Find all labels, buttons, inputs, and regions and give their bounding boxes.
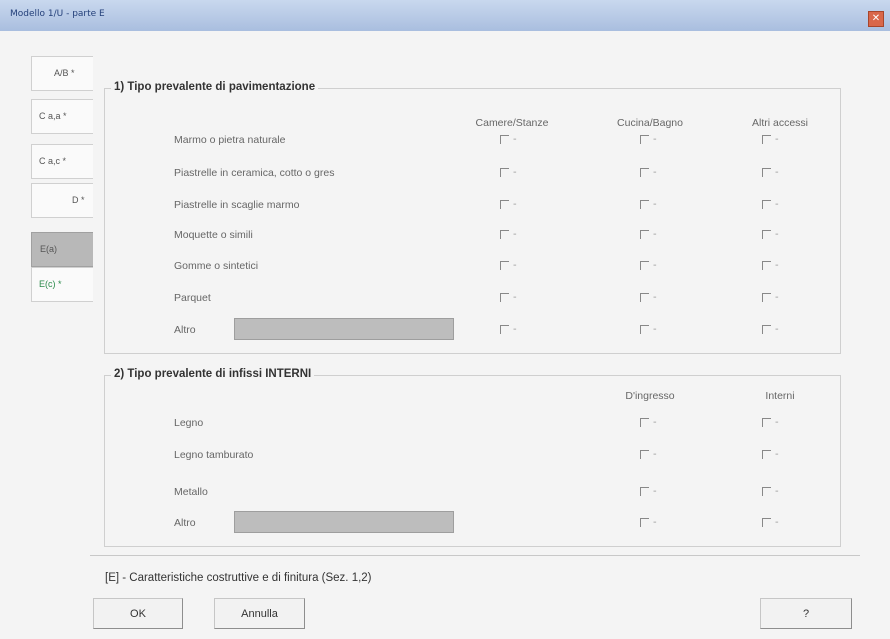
tab-label: A/B *	[54, 68, 75, 78]
row-label-moquette: Moquette o simili	[174, 229, 253, 241]
checkbox-square	[762, 486, 771, 496]
checkbox-altro-cucina[interactable]: -	[640, 324, 657, 335]
checkbox-square	[500, 167, 509, 177]
checkbox-gomme-altri[interactable]: -	[762, 260, 779, 271]
checkbox-square	[762, 134, 771, 144]
ok-button[interactable]: OK	[93, 598, 183, 629]
checkbox-square	[500, 260, 509, 270]
checkbox-piastrelle-ceramica-altri[interactable]: -	[762, 167, 779, 178]
checkbox-moquette-cucina[interactable]: -	[640, 229, 657, 240]
flooring-group-title: 1) Tipo prevalente di pavimentazione	[111, 81, 319, 93]
col-header-interni: Interni	[765, 390, 795, 402]
row-label-piastrelle-ceramica: Piastrelle in ceramica, cotto o gres	[174, 167, 335, 179]
altro-flooring-input[interactable]	[234, 318, 454, 340]
close-button[interactable]: ✕	[868, 11, 884, 27]
checkbox-marmo-cucina[interactable]: -	[640, 134, 657, 145]
checkbox-square	[762, 167, 771, 177]
tab-label: C a,a *	[39, 111, 67, 121]
checkbox-square	[762, 324, 771, 334]
col-header-cucina: Cucina/Bagno	[617, 117, 683, 129]
checkbox-square	[500, 292, 509, 302]
tab-ab[interactable]: A/B *	[31, 56, 93, 91]
tab-ea[interactable]: E(a)	[31, 232, 93, 267]
checkbox-metallo-interni[interactable]: -	[762, 486, 779, 497]
checkbox-altro-interni[interactable]: -	[762, 517, 779, 528]
checkbox-square	[762, 449, 771, 459]
checkbox-square	[640, 229, 649, 239]
checkbox-parquet-altri[interactable]: -	[762, 292, 779, 303]
help-button[interactable]: ?	[760, 598, 852, 629]
checkbox-square	[640, 260, 649, 270]
tab-ec[interactable]: E(c) *	[31, 267, 93, 302]
doors-group-title: 2) Tipo prevalente di infissi INTERNI	[111, 368, 315, 380]
row-label-altro: Altro	[174, 517, 196, 529]
cancel-button[interactable]: Annulla	[214, 598, 305, 629]
checkbox-altro-camere[interactable]: -	[500, 324, 517, 335]
checkbox-piastrelle-scaglie-cucina[interactable]: -	[640, 199, 657, 210]
checkbox-square	[640, 199, 649, 209]
checkbox-square	[500, 199, 509, 209]
checkbox-piastrelle-ceramica-cucina[interactable]: -	[640, 167, 657, 178]
window-title: Modello 1/U - parte E	[10, 9, 105, 19]
checkbox-square	[640, 486, 649, 496]
title-bar: Modello 1/U - parte E ✕	[0, 0, 890, 31]
checkbox-square	[762, 517, 771, 527]
checkbox-square	[500, 134, 509, 144]
checkbox-legno-tamburato-interni[interactable]: -	[762, 449, 779, 460]
checkbox-square	[500, 324, 509, 334]
checkbox-altro-ingresso[interactable]: -	[640, 517, 657, 528]
tab-caa[interactable]: C a,a *	[31, 99, 93, 134]
tab-label: E(a)	[40, 244, 58, 254]
checkbox-marmo-camere[interactable]: -	[500, 134, 517, 145]
section-caption: [E] - Caratteristiche costruttive e di f…	[105, 572, 372, 584]
checkbox-parquet-cucina[interactable]: -	[640, 292, 657, 303]
tab-label: E(c) *	[39, 279, 62, 289]
footer-divider	[90, 555, 860, 556]
row-label-piastrelle-scaglie: Piastrelle in scaglie marmo	[174, 199, 300, 211]
checkbox-square	[640, 292, 649, 302]
checkbox-square	[500, 229, 509, 239]
checkbox-square	[640, 449, 649, 459]
row-label-legno: Legno	[174, 417, 204, 429]
tab-label: C a,c *	[39, 156, 67, 166]
row-label-legno-tamburato: Legno tamburato	[174, 449, 254, 461]
row-label-marmo: Marmo o pietra naturale	[174, 134, 286, 146]
checkbox-legno-tamburato-ingresso[interactable]: -	[640, 449, 657, 460]
checkbox-piastrelle-scaglie-altri[interactable]: -	[762, 199, 779, 210]
checkbox-gomme-cucina[interactable]: -	[640, 260, 657, 271]
row-label-metallo: Metallo	[174, 486, 208, 498]
tab-label: D *	[72, 195, 85, 205]
row-label-gomme: Gomme o sintetici	[174, 260, 259, 272]
checkbox-square	[762, 292, 771, 302]
tab-cac[interactable]: C a,c *	[31, 144, 93, 179]
checkbox-square	[640, 517, 649, 527]
checkbox-gomme-camere[interactable]: -	[500, 260, 517, 271]
checkbox-square	[762, 417, 771, 427]
checkbox-square	[762, 229, 771, 239]
checkbox-square	[762, 199, 771, 209]
checkbox-moquette-altri[interactable]: -	[762, 229, 779, 240]
checkbox-square	[762, 260, 771, 270]
col-header-camere: Camere/Stanze	[475, 117, 549, 129]
checkbox-legno-ingresso[interactable]: -	[640, 417, 657, 428]
checkbox-metallo-ingresso[interactable]: -	[640, 486, 657, 497]
checkbox-piastrelle-scaglie-camere[interactable]: -	[500, 199, 517, 210]
checkbox-square	[640, 417, 649, 427]
altro-doors-input[interactable]	[234, 511, 454, 533]
checkbox-piastrelle-ceramica-camere[interactable]: -	[500, 167, 517, 178]
row-label-parquet: Parquet	[174, 292, 211, 304]
checkbox-marmo-altri[interactable]: -	[762, 134, 779, 145]
row-label-altro: Altro	[174, 324, 196, 336]
checkbox-parquet-camere[interactable]: -	[500, 292, 517, 303]
checkbox-square	[640, 134, 649, 144]
tab-d[interactable]: D *	[31, 183, 93, 218]
checkbox-square	[640, 167, 649, 177]
checkbox-altro-altri[interactable]: -	[762, 324, 779, 335]
checkbox-moquette-camere[interactable]: -	[500, 229, 517, 240]
col-header-altri: Altri accessi	[751, 117, 808, 129]
col-header-ingresso: D'ingresso	[625, 390, 675, 402]
checkbox-legno-interni[interactable]: -	[762, 417, 779, 428]
checkbox-square	[640, 324, 649, 334]
